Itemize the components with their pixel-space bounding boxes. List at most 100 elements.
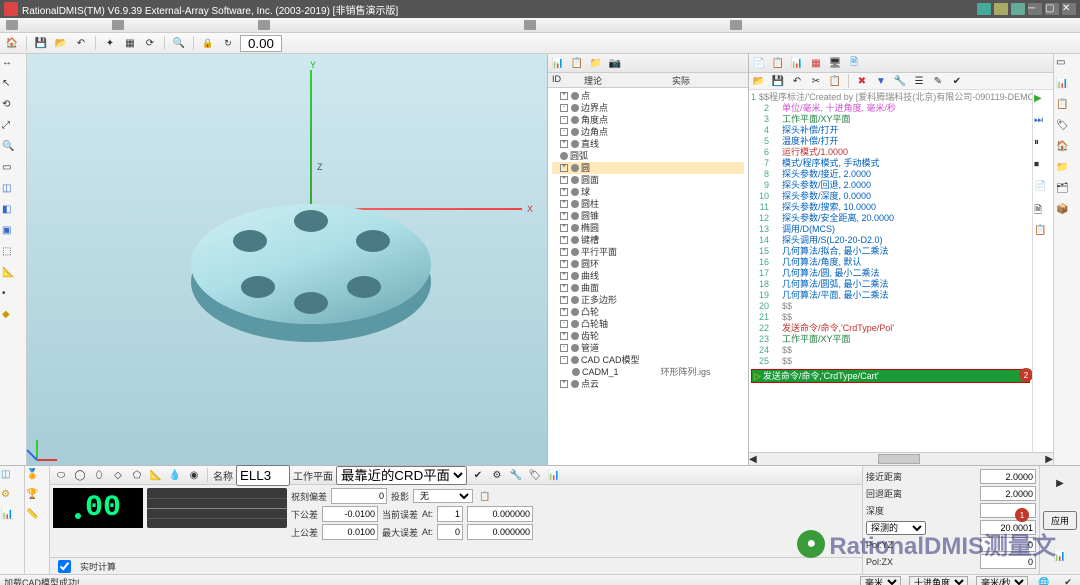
window-extra-1[interactable]: [977, 3, 991, 15]
maxdev-input[interactable]: [467, 524, 533, 540]
program-code[interactable]: 1$$程序标注/'Created by [爱科腾瑞科技(北京)有限公司-0901…: [749, 90, 1032, 452]
window-extra-3[interactable]: [1011, 3, 1025, 15]
rt-icon-7[interactable]: 🗂: [1056, 183, 1074, 201]
tree-node[interactable]: -角度点: [552, 114, 744, 126]
coord-value[interactable]: [240, 35, 282, 52]
proj-select[interactable]: 无: [413, 489, 473, 503]
ptb-edit-icon[interactable]: ✎: [930, 73, 946, 89]
tree-node[interactable]: +圆柱: [552, 198, 744, 210]
retract-input[interactable]: [980, 486, 1036, 501]
bt-cfg1-icon[interactable]: ⚙: [489, 467, 505, 483]
at-input[interactable]: [437, 506, 463, 522]
arrow-tool-icon[interactable]: ↔: [2, 57, 20, 75]
maximize-button[interactable]: ▢: [1045, 3, 1059, 15]
close-button[interactable]: ✕: [1062, 3, 1076, 15]
side-pause-icon[interactable]: ⏸: [1034, 137, 1052, 155]
tree-node[interactable]: -凸轮轴: [552, 318, 744, 330]
undo-icon[interactable]: ↶: [73, 35, 89, 51]
feature-tree[interactable]: +点-边界点-角度点-边角点+直线圆弧+圆+圆面+球+圆柱+圆锥+椭圆+键槽+平…: [548, 88, 748, 465]
tree-tab-1[interactable]: 📊: [550, 55, 566, 71]
rt-icon-1[interactable]: ▭: [1056, 57, 1074, 75]
btab2-c-icon[interactable]: 📏: [26, 509, 44, 527]
side-step-icon[interactable]: ⏭: [1034, 115, 1052, 133]
tree-tab-4[interactable]: 📷: [607, 55, 623, 71]
bt-apply-icon[interactable]: ✔: [470, 467, 486, 483]
polyz-input[interactable]: [980, 537, 1036, 552]
status-icon-1[interactable]: 🌐: [1036, 574, 1052, 585]
side-more1-icon[interactable]: 📄: [1034, 181, 1052, 199]
refresh-icon[interactable]: ⟳: [142, 35, 158, 51]
prog-tab-3[interactable]: 📊: [789, 55, 805, 71]
tree-node[interactable]: CADM_1环形阵列.igs: [552, 366, 744, 378]
solid-tool-icon[interactable]: ▣: [2, 225, 20, 243]
tree-node[interactable]: -CAD CAD模型: [552, 354, 744, 366]
name-input[interactable]: [236, 465, 290, 486]
btab-wheel-icon[interactable]: ⚙: [1, 489, 19, 507]
loop-icon[interactable]: ↻: [220, 35, 236, 51]
measure-tool-icon[interactable]: 📐: [2, 267, 20, 285]
curdev-input[interactable]: [467, 506, 533, 522]
tree-node[interactable]: 圆弧: [552, 150, 744, 162]
cube-tool-icon[interactable]: ◫: [2, 183, 20, 201]
rotate-icon[interactable]: ⟲: [2, 99, 20, 117]
side-more2-icon[interactable]: 🗎: [1034, 203, 1052, 221]
command-line[interactable]: ▷发送命令/命令,'CrdType/Cart'2: [751, 369, 1030, 383]
home-icon[interactable]: 🏠: [4, 35, 20, 51]
bt-cfg2-icon[interactable]: 🔧: [508, 467, 524, 483]
lock-icon[interactable]: 🔒: [200, 35, 216, 51]
program-hscroll[interactable]: ◀▶: [749, 452, 1053, 465]
bt-shape-3[interactable]: ⬯: [91, 467, 107, 483]
bt-cfg4-icon[interactable]: 📊: [546, 467, 562, 483]
pointer-icon[interactable]: ↖: [2, 78, 20, 96]
open-icon[interactable]: 📂: [53, 35, 69, 51]
nom-input[interactable]: [331, 488, 387, 504]
status-icon-2[interactable]: ✔: [1060, 574, 1076, 585]
ptb-check-icon[interactable]: ✔: [949, 73, 965, 89]
prog-tab-5[interactable]: 🖥: [827, 55, 843, 71]
side-run-icon[interactable]: ▶: [1034, 93, 1052, 111]
prog-tab-1[interactable]: 📄: [751, 55, 767, 71]
save-icon[interactable]: 💾: [33, 35, 49, 51]
low-input[interactable]: [322, 506, 378, 522]
menu-item-2[interactable]: [112, 20, 124, 30]
transform-icon[interactable]: ✦: [102, 35, 118, 51]
tree-node[interactable]: +椭圆: [552, 222, 744, 234]
window-extra-2[interactable]: [994, 3, 1008, 15]
tree-node[interactable]: -边界点: [552, 102, 744, 114]
br-btn2-icon[interactable]: 📊: [1052, 549, 1068, 565]
wp-select[interactable]: 最靠近的CRD平面: [336, 466, 467, 485]
br-btn1-icon[interactable]: ▶: [1052, 476, 1068, 492]
bt-shape-2[interactable]: ◯: [72, 467, 88, 483]
bt-shape-5[interactable]: ⬠: [129, 467, 145, 483]
select-tool-icon[interactable]: ⬚: [2, 246, 20, 264]
tree-node[interactable]: +键槽: [552, 234, 744, 246]
tree-node[interactable]: +平行平面: [552, 246, 744, 258]
rt-icon-3[interactable]: 📋: [1056, 99, 1074, 117]
tree-node[interactable]: +圆: [552, 162, 744, 174]
bt-shape-7[interactable]: 💧: [167, 467, 183, 483]
tree-node[interactable]: +球: [552, 186, 744, 198]
prog-tab-2[interactable]: 📋: [770, 55, 786, 71]
unit-select[interactable]: 毫米: [860, 576, 901, 585]
prog-tab-6[interactable]: 🗎: [846, 55, 862, 71]
high-input[interactable]: [322, 524, 378, 540]
rt-icon-4[interactable]: 🏷: [1056, 120, 1074, 138]
tree-tab-2[interactable]: 📋: [569, 55, 585, 71]
bt-shape-8[interactable]: ◉: [186, 467, 202, 483]
btab2-b-icon[interactable]: 🏆: [26, 489, 44, 507]
ptb-list-icon[interactable]: ☰: [911, 73, 927, 89]
rt-icon-2[interactable]: 📊: [1056, 78, 1074, 96]
tree-node[interactable]: -边角点: [552, 126, 744, 138]
tree-node[interactable]: +正多边形: [552, 294, 744, 306]
bparam-icon[interactable]: 📋: [477, 488, 493, 504]
bt-shape-4[interactable]: ◇: [110, 467, 126, 483]
ptb-cut-icon[interactable]: ✂: [808, 73, 824, 89]
tree-node[interactable]: +圆锥: [552, 210, 744, 222]
bt-shape-1[interactable]: ⬭: [53, 467, 69, 483]
ptb-paste-icon[interactable]: 📋: [827, 73, 843, 89]
tree-node[interactable]: +点云: [552, 378, 744, 390]
extra-tool-icon[interactable]: ◆: [2, 309, 20, 327]
bt-cfg3-icon[interactable]: 🏷: [527, 467, 543, 483]
rt-icon-8[interactable]: 📦: [1056, 204, 1074, 222]
at2-input[interactable]: [437, 524, 463, 540]
